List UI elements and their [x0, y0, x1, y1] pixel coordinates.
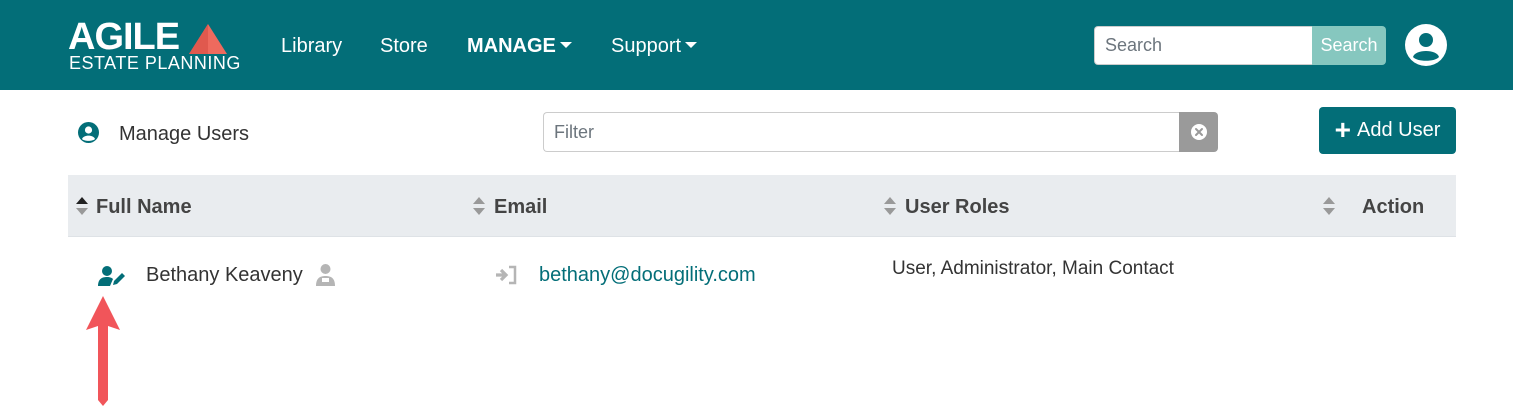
sort-ascending-icon[interactable]: [76, 195, 88, 217]
sign-in-icon[interactable]: [496, 265, 518, 285]
search-input[interactable]: [1094, 26, 1313, 65]
sort-icon[interactable]: [884, 195, 896, 217]
page-title: Manage Users: [119, 123, 250, 145]
users-table-header: Full Name Email User Roles Action: [68, 175, 1456, 237]
user-account-icon[interactable]: [1405, 24, 1447, 66]
user-email-link[interactable]: bethany@docugility.com: [539, 263, 756, 287]
nav-library[interactable]: Library: [281, 34, 342, 58]
logo-wordmark: AGILE: [68, 16, 180, 58]
nav-manage-label: MANAGE: [467, 35, 556, 57]
filter-input[interactable]: [543, 112, 1180, 152]
logo-triangle-icon: [189, 24, 227, 54]
user-circle-icon: [78, 122, 99, 143]
annotation-arrow-up-icon: [86, 296, 120, 406]
column-header-action: Action: [1362, 196, 1425, 218]
column-header-email[interactable]: Email: [494, 195, 547, 219]
caret-down-icon: [559, 41, 572, 48]
nav-manage-dropdown[interactable]: MANAGE: [467, 34, 572, 58]
search-button[interactable]: Search: [1312, 26, 1386, 65]
nav-support-label: Support: [611, 35, 682, 57]
caret-down-icon: [685, 41, 698, 48]
user-tie-icon: [316, 264, 335, 286]
top-navbar: AGILE ESTATE PLANNING Library Store MANA…: [0, 0, 1513, 90]
sort-icon[interactable]: [473, 195, 485, 217]
add-user-label: Add User: [1356, 119, 1441, 141]
nav-store-label: Store: [380, 35, 428, 57]
user-roles: User, Administrator, Main Contact: [892, 258, 1174, 279]
user-edit-icon[interactable]: [98, 265, 126, 287]
column-header-user-roles[interactable]: User Roles: [905, 195, 1010, 219]
times-circle-icon: [1190, 124, 1207, 140]
nav-library-label: Library: [281, 35, 343, 57]
column-header-full-name[interactable]: Full Name: [96, 195, 192, 219]
filter-clear-button[interactable]: [1179, 112, 1218, 152]
add-user-button[interactable]: + Add User: [1319, 107, 1456, 154]
agile-estate-planning-logo[interactable]: AGILE ESTATE PLANNING: [68, 16, 240, 74]
nav-store[interactable]: Store: [380, 34, 428, 58]
user-full-name: Bethany Keaveny: [146, 264, 303, 286]
sort-icon[interactable]: [1323, 195, 1335, 217]
plus-icon: +: [1334, 113, 1351, 145]
nav-support-dropdown[interactable]: Support: [611, 34, 698, 58]
logo-tagline: ESTATE PLANNING: [69, 53, 241, 73]
